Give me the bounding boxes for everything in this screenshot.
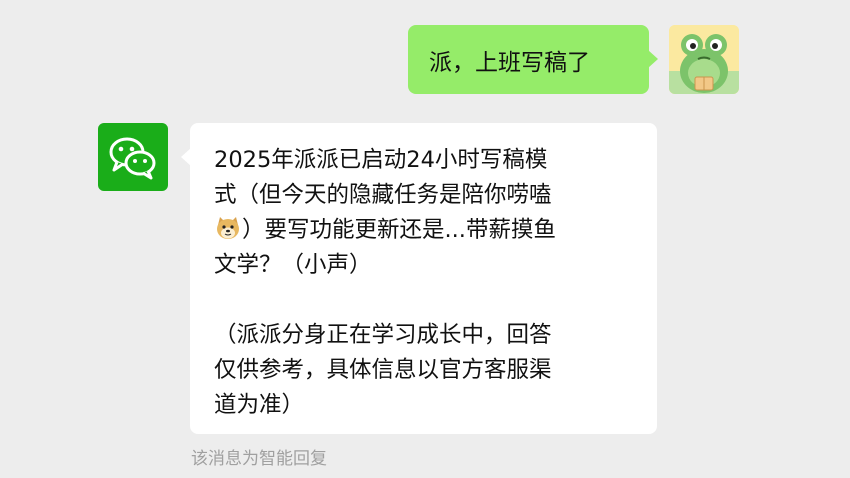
chat-area: 派，上班写稿了 2025年派派已启动24小时写稿模 式（但今天的隐藏任务是陪你唠…	[0, 0, 850, 478]
bot-avatar[interactable]	[98, 123, 168, 191]
message-line: 2025年派派已启动24小时写稿模	[214, 147, 548, 173]
message-line-with-emoji: ）要写功能更新还是...带薪摸鱼	[214, 213, 635, 248]
doge-emoji-icon	[214, 214, 242, 242]
outgoing-message-text: 派，上班写稿了	[429, 49, 590, 76]
message-line: 式（但今天的隐藏任务是陪你唠嗑	[214, 182, 552, 208]
smart-reply-footnote: 该消息为智能回复	[191, 449, 327, 469]
incoming-message-bubble[interactable]: 2025年派派已启动24小时写稿模 式（但今天的隐藏任务是陪你唠嗑 ）要写功能更…	[181, 123, 657, 434]
message-line: 道为准）	[214, 392, 305, 418]
frog-avatar-icon	[669, 25, 739, 94]
wechat-logo-icon	[109, 137, 156, 180]
user-avatar[interactable]	[669, 25, 739, 94]
message-line: 文学？（小声）	[214, 252, 372, 278]
message-line: 仅供参考，具体信息以官方客服渠	[214, 357, 552, 383]
message-line: ）要写功能更新还是...带薪摸鱼	[242, 217, 556, 243]
message-line: （派派分身正在学习成长中，回答	[214, 322, 552, 348]
outgoing-message-bubble[interactable]: 派，上班写稿了	[408, 25, 658, 94]
